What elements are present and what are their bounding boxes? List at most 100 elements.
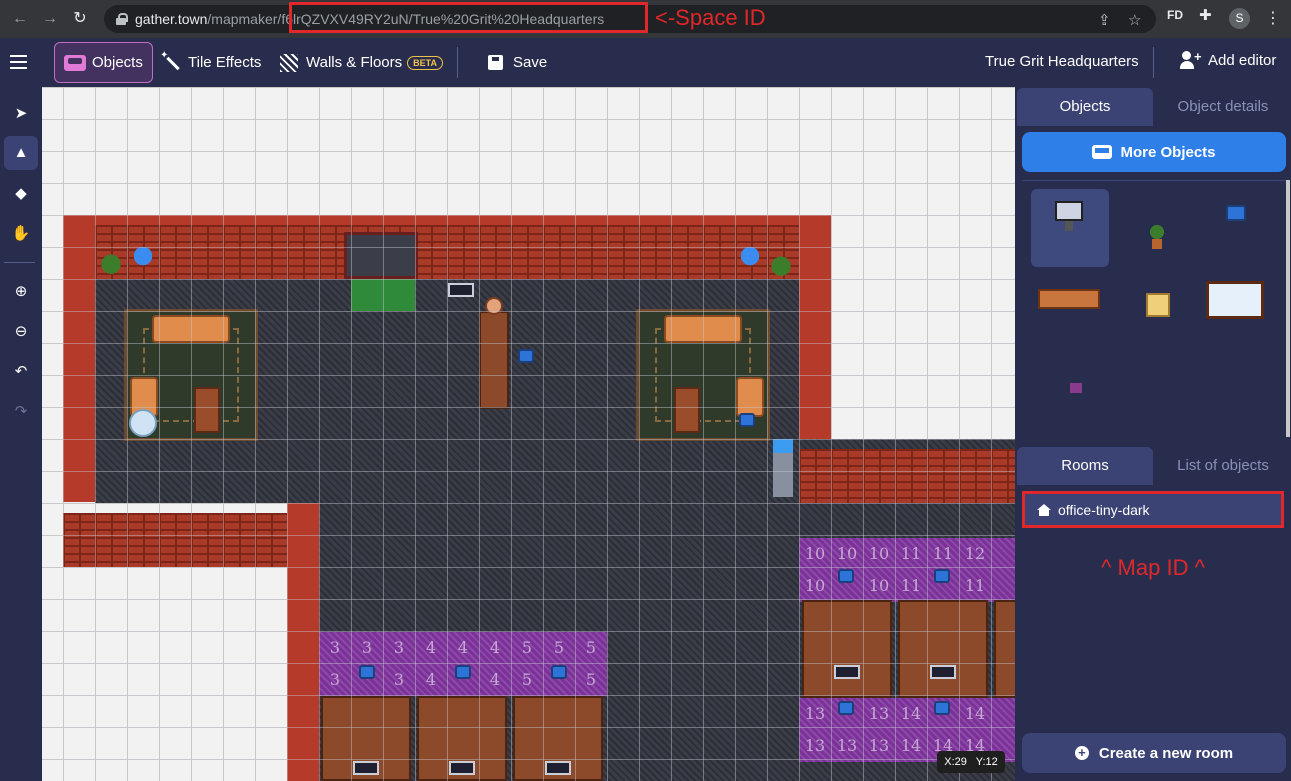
more-objects-button[interactable]: More Objects	[1022, 132, 1286, 172]
create-room-button[interactable]: + Create a new room	[1022, 733, 1286, 773]
desk-number: 14	[964, 704, 986, 723]
url-path: /mapmaker/	[207, 11, 282, 27]
brick-wall	[799, 449, 1015, 503]
chair	[551, 665, 567, 679]
url-host: gather.town	[135, 11, 208, 27]
reload-icon[interactable]: ↻	[70, 9, 90, 29]
potted-plant-icon[interactable]	[1118, 189, 1196, 267]
desk-number: 3	[329, 670, 341, 689]
desk-number: 13	[868, 704, 890, 723]
magic-wand-icon	[160, 50, 180, 72]
stamp-icon[interactable]: ▲	[4, 136, 38, 170]
coord-y: Y:12	[975, 756, 998, 768]
hand-icon[interactable]: ✋	[4, 217, 38, 251]
spawn-tile	[351, 279, 415, 311]
tab-object-details[interactable]: Object details	[1158, 88, 1288, 126]
undo-icon[interactable]: ↶	[4, 355, 38, 389]
desk-number: 12	[964, 544, 986, 563]
desk-number: 3	[393, 670, 405, 689]
sticky-note-board-icon[interactable]	[1118, 273, 1196, 351]
tile-effects-label: Tile Effects	[188, 54, 262, 71]
redo-icon[interactable]: ↷	[4, 395, 38, 429]
palette-scrollbar[interactable]	[1286, 180, 1290, 437]
computer-monitor	[353, 761, 379, 775]
chair	[934, 701, 950, 715]
space-id-highlight	[289, 2, 648, 33]
forward-icon[interactable]: →	[40, 9, 60, 29]
room-item[interactable]: office-tiny-dark	[1022, 491, 1284, 528]
more-objects-label: More Objects	[1120, 143, 1216, 161]
desk-number: 11	[964, 576, 986, 595]
desk-number: 4	[489, 670, 501, 689]
eraser-icon[interactable]: ◆	[4, 177, 38, 211]
wooden-table-icon[interactable]	[1031, 273, 1109, 351]
bookmark-star-icon[interactable]: ☆	[1128, 11, 1141, 29]
computer-monitor	[449, 761, 475, 775]
save-button[interactable]: Save	[488, 42, 547, 83]
desk-number: 14	[900, 736, 922, 755]
chair	[838, 569, 854, 583]
object-panel: Objects Object details More Objects Room…	[1015, 87, 1291, 781]
brick-wall	[63, 513, 287, 567]
add-editor-button[interactable]: + Add editor	[1180, 49, 1276, 69]
browser-menu-icon[interactable]: ⋮	[1265, 8, 1281, 28]
objects-tool-button[interactable]: Objects	[54, 42, 153, 83]
lock-icon[interactable]	[116, 13, 128, 25]
tab-list-of-objects[interactable]: List of objects	[1158, 447, 1288, 485]
sofa	[664, 315, 742, 343]
round-side-table	[129, 409, 157, 437]
computer-monitor	[834, 665, 860, 679]
space-name: True Grit Headquarters	[985, 53, 1139, 70]
tab-rooms[interactable]: Rooms	[1017, 447, 1153, 485]
blue-chair-icon[interactable]	[1198, 189, 1276, 267]
potted-plant	[768, 255, 794, 283]
globe	[485, 297, 503, 315]
space-id-annotation: <-Space ID	[655, 5, 766, 30]
desk-number: 13	[836, 736, 858, 755]
chair	[934, 569, 950, 583]
desk-number: 3	[329, 638, 341, 657]
desk-number: 11	[900, 576, 922, 595]
floor-lamp	[741, 247, 759, 277]
floor-lamp	[134, 247, 152, 277]
wall-block	[287, 503, 319, 781]
computer-monitor	[930, 665, 956, 679]
chair	[455, 665, 471, 679]
tab-objects[interactable]: Objects	[1017, 88, 1153, 126]
desk-number: 10	[868, 544, 890, 563]
extension-fd-icon[interactable]: FD	[1167, 8, 1183, 22]
mapmaker-toolbar: Objects Tile Effects Walls & Floors BETA…	[0, 38, 1291, 87]
desk-number: 11	[932, 544, 954, 563]
brick-wall	[95, 225, 799, 279]
desk-number: 5	[521, 670, 533, 689]
profile-avatar[interactable]: S	[1229, 8, 1250, 29]
tool-rail-divider	[4, 262, 35, 263]
desk-number: 4	[489, 638, 501, 657]
tile-effects-button[interactable]: Tile Effects	[160, 42, 262, 83]
computer-monitor	[448, 283, 474, 297]
zoom-in-icon[interactable]: ⊕	[4, 275, 38, 309]
desk	[802, 600, 892, 698]
desk-number: 10	[804, 544, 826, 563]
computer-desk-icon[interactable]	[1031, 189, 1109, 267]
desk-number: 10	[836, 544, 858, 563]
sofa	[152, 315, 230, 343]
walls-floors-label: Walls & Floors	[306, 54, 403, 71]
reception-desk	[479, 311, 509, 409]
share-icon[interactable]: ⇪	[1098, 11, 1111, 29]
extensions-puzzle-icon[interactable]: ✚	[1199, 6, 1212, 24]
back-icon[interactable]: ←	[10, 9, 30, 29]
map-canvas[interactable]: 3 3 3 4 4 4 5 5 5 3 3 4 4 5 5 10 10 10 1…	[42, 87, 1015, 781]
desk-number: 5	[553, 638, 565, 657]
hamburger-menu-icon[interactable]	[10, 55, 27, 69]
zoom-out-icon[interactable]: ⊖	[4, 315, 38, 349]
desk-number: 5	[585, 670, 597, 689]
add-person-icon: +	[1180, 49, 1202, 69]
select-arrow-icon[interactable]: ➤	[4, 97, 38, 131]
walls-floors-button[interactable]: Walls & Floors BETA	[280, 42, 443, 83]
plus-circle-icon: +	[1074, 746, 1089, 760]
chair	[739, 413, 755, 427]
chair	[359, 665, 375, 679]
whiteboard-icon[interactable]	[1198, 273, 1276, 351]
small-pink-object-icon[interactable]	[1031, 357, 1109, 435]
